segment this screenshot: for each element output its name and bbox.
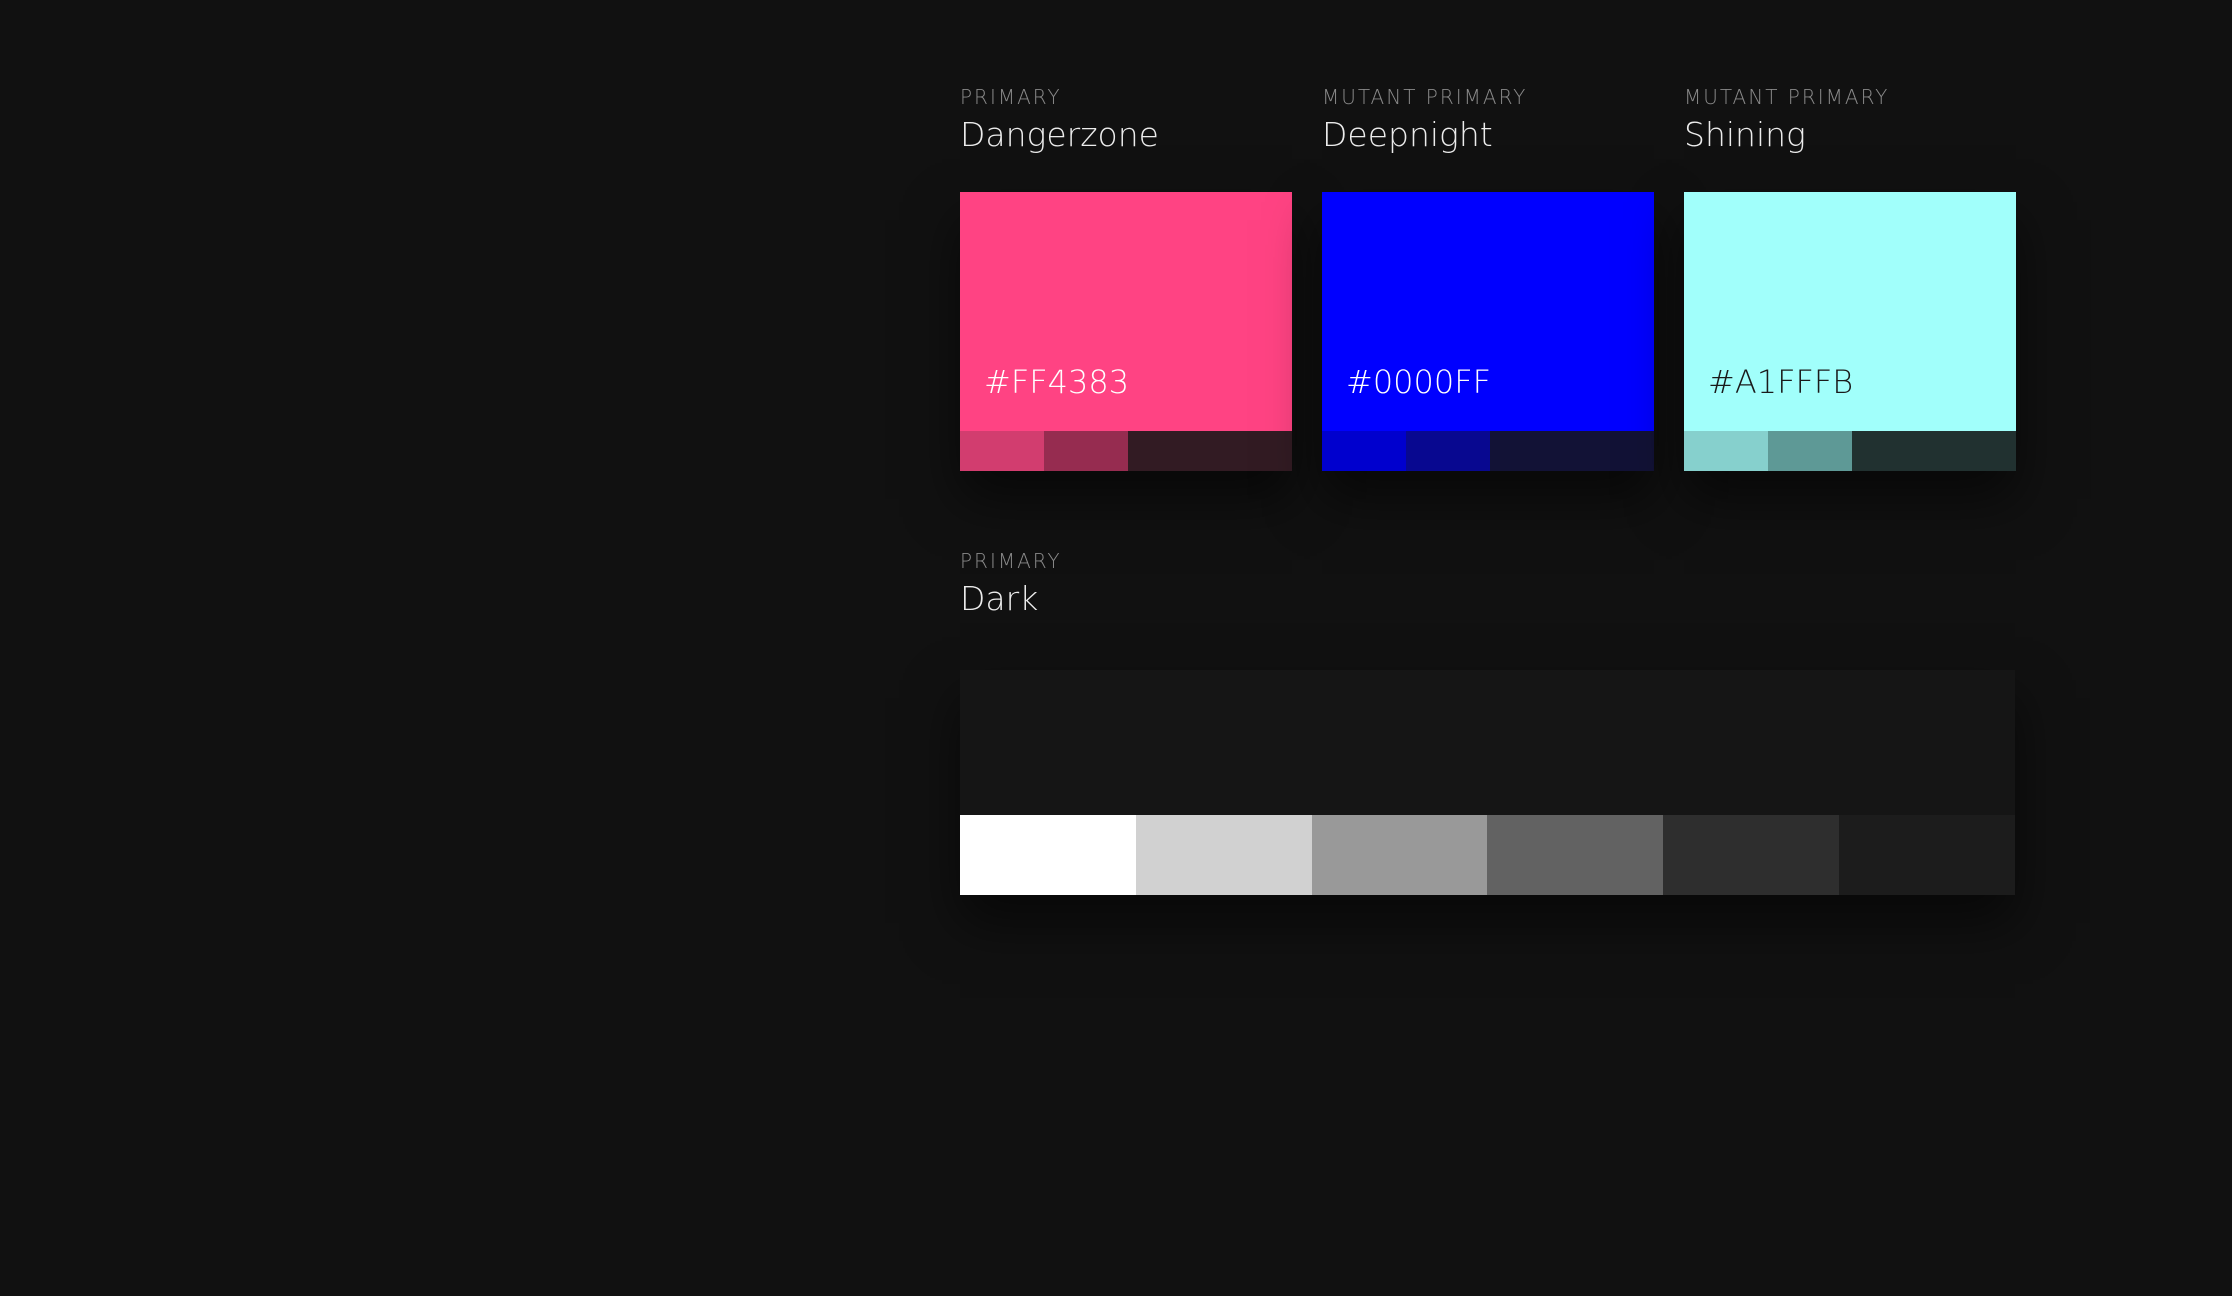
palette-name: Deepnight [1322, 115, 1493, 154]
hex-code: #A1FFFB [1708, 363, 1854, 401]
color-swatch: #A1FFFB [1684, 192, 2016, 471]
hex-code: #0000FF [1346, 363, 1492, 401]
palette-category-label: MUTANT PRIMARY [1322, 85, 1528, 109]
shade-strip [960, 431, 1292, 471]
shade-3 [1128, 431, 1292, 471]
palette-name: Shining [1684, 115, 1806, 154]
shade-1 [1322, 431, 1406, 471]
shade-strip [1684, 431, 2016, 471]
grey-shade-3 [1311, 815, 1488, 895]
shade-strip [1322, 431, 1654, 471]
color-palette-page: PRIMARY Dangerzone #FF4383 MUTANT PRIMAR… [0, 0, 2232, 1296]
palette-card-shining: MUTANT PRIMARY Shining #A1FFFB [1684, 85, 2016, 471]
grey-shade-1 [960, 815, 1136, 895]
grey-shade-4 [1487, 815, 1664, 895]
palette-name: Dark [960, 579, 1039, 618]
palette-category-label: MUTANT PRIMARY [1684, 85, 1890, 109]
color-swatch: #0000FF [1322, 192, 1654, 471]
shade-3 [1490, 431, 1654, 471]
palette-category-label: PRIMARY [960, 85, 1062, 109]
grey-shade-6 [1839, 815, 2015, 895]
shade-1 [960, 431, 1044, 471]
palette-card-deepnight: MUTANT PRIMARY Deepnight #0000FF [1322, 85, 1654, 471]
main-color-block: #A1FFFB [1684, 192, 2016, 431]
color-swatch: #FF4383 [960, 192, 1292, 471]
main-color-block: #FF4383 [960, 192, 1292, 431]
shade-2 [1768, 431, 1852, 471]
shade-1 [1684, 431, 1768, 471]
grey-shade-5 [1663, 815, 1840, 895]
palette-category-label: PRIMARY [960, 549, 1062, 573]
hex-code: #FF4383 [984, 363, 1130, 401]
shade-3 [1852, 431, 2016, 471]
shade-2 [1044, 431, 1128, 471]
palette-card-dangerzone: PRIMARY Dangerzone #FF4383 [960, 85, 1292, 471]
shade-2 [1406, 431, 1490, 471]
palette-name: Dangerzone [960, 115, 1159, 154]
grey-scale-strip [960, 815, 2015, 895]
grey-shade-2 [1135, 815, 1312, 895]
dark-swatch [960, 670, 2015, 895]
palette-card-dark: PRIMARY Dark [960, 549, 1360, 629]
main-color-block: #0000FF [1322, 192, 1654, 431]
